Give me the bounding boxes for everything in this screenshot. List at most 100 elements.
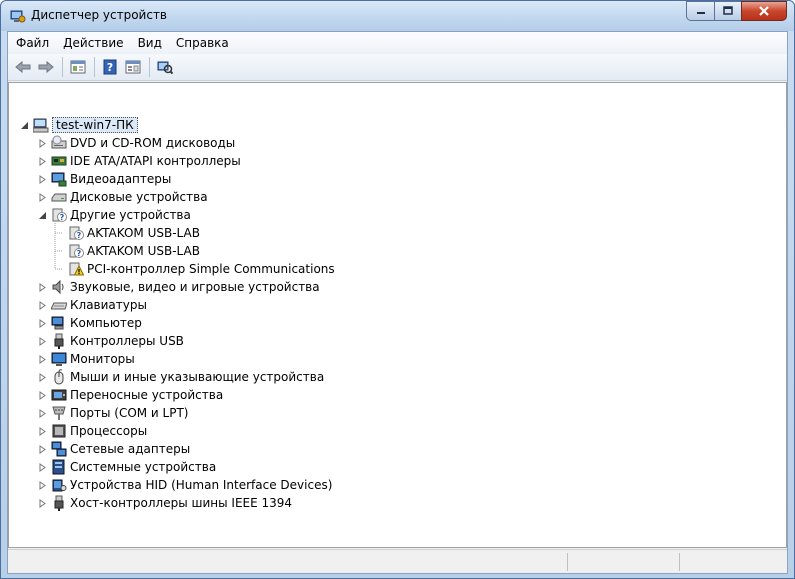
- window-title: Диспетчер устройств: [31, 8, 168, 22]
- expand-arrow-icon[interactable]: [38, 408, 47, 418]
- tree-item-label: Другие устройства: [70, 208, 191, 222]
- tree-child-item[interactable]: ? AKTAKOM USB-LAB: [68, 224, 200, 242]
- scan-hardware-button[interactable]: [154, 56, 176, 78]
- expand-arrow-icon[interactable]: [38, 480, 47, 490]
- expand-arrow-icon[interactable]: [38, 156, 47, 166]
- usb-icon: [54, 333, 64, 349]
- ide-controller-icon: [51, 156, 67, 166]
- expand-arrow-icon[interactable]: [38, 300, 47, 310]
- tree-child-label: AKTAKOM USB-LAB: [87, 244, 200, 258]
- tree-item[interactable]: Устройства HID (Human Interface Devices): [38, 476, 332, 494]
- unknown-device-icon: ?: [52, 208, 67, 222]
- tree-item-label: Системные устройства: [70, 460, 217, 474]
- tree-root[interactable]: test-win7-ПК: [20, 116, 138, 134]
- menu-bar: Файл Действие Вид Справка: [8, 32, 787, 54]
- svg-text:?: ?: [77, 249, 82, 258]
- close-icon: [759, 6, 769, 16]
- tree-item-label: Звуковые, видео и игровые устройства: [70, 280, 320, 294]
- menu-help[interactable]: Справка: [170, 36, 235, 50]
- tree-item-expanded[interactable]: ? Другие устройства: [38, 206, 191, 224]
- tree-item[interactable]: DVD и CD-ROM дисководы: [38, 134, 235, 152]
- tree-item-label: Хост-контроллеры шины IEEE 1394: [70, 496, 293, 510]
- toolbar-separator: [149, 57, 150, 77]
- expand-arrow-icon[interactable]: [38, 372, 47, 382]
- expand-arrow-icon[interactable]: [38, 174, 47, 184]
- monitor-icon: [51, 352, 67, 366]
- menu-action[interactable]: Действие: [57, 36, 129, 50]
- status-bar: [8, 549, 787, 573]
- forward-button[interactable]: [35, 56, 57, 78]
- tree-item[interactable]: Клавиатуры: [38, 296, 147, 314]
- minimize-button[interactable]: [686, 1, 715, 21]
- client-area: Файл Действие Вид Справка ? test-win7-ПК…: [7, 31, 788, 574]
- disk-drive-icon: [51, 193, 67, 202]
- view-icon: [125, 60, 141, 74]
- expand-arrow-icon[interactable]: [38, 354, 47, 364]
- status-divider: [679, 553, 680, 571]
- svg-text:?: ?: [77, 231, 82, 240]
- hid-icon: [52, 479, 67, 492]
- menu-file[interactable]: Файл: [10, 36, 55, 50]
- tree-item[interactable]: Мониторы: [38, 350, 135, 368]
- menu-view[interactable]: Вид: [132, 36, 168, 50]
- view-button[interactable]: [122, 56, 144, 78]
- tree-item[interactable]: Видеоадаптеры: [38, 170, 171, 188]
- tree-item-label: Дисковые устройства: [70, 190, 208, 204]
- tree-child-label: PCI-контроллер Simple Communications: [87, 262, 335, 276]
- device-manager-window: Диспетчер устройств Файл Действие Вид Сп…: [0, 0, 795, 579]
- tree-item[interactable]: Контроллеры USB: [38, 332, 184, 350]
- tree-item[interactable]: Процессоры: [38, 422, 147, 440]
- expand-arrow-icon[interactable]: [38, 390, 47, 400]
- tree-item[interactable]: Компьютер: [38, 314, 142, 332]
- expand-arrow-icon[interactable]: [38, 462, 47, 472]
- svg-text:?: ?: [60, 213, 65, 222]
- help-button[interactable]: ?: [99, 56, 121, 78]
- tree-item[interactable]: IDE ATA/ATAPI контроллеры: [38, 152, 241, 170]
- expand-arrow-icon[interactable]: [38, 318, 47, 328]
- collapse-arrow-icon[interactable]: [38, 211, 47, 220]
- title-bar[interactable]: Диспетчер устройств: [1, 1, 794, 31]
- expand-arrow-icon[interactable]: [38, 336, 47, 346]
- expand-arrow-icon[interactable]: [38, 192, 47, 202]
- tree-child-item[interactable]: PCI-контроллер Simple Communications: [68, 260, 335, 278]
- back-button[interactable]: [12, 56, 34, 78]
- tree-item-label: Мыши и иные указывающие устройства: [70, 370, 325, 384]
- unknown-device-icon: ?: [69, 226, 84, 240]
- expand-arrow-icon[interactable]: [38, 282, 47, 292]
- tree-item-label: Сетевые адаптеры: [70, 442, 191, 456]
- expand-arrow-icon[interactable]: [38, 426, 47, 436]
- properties-icon: [70, 60, 86, 74]
- toolbar-separator: [62, 57, 63, 77]
- tree-item[interactable]: Сетевые адаптеры: [38, 440, 190, 458]
- maximize-button[interactable]: [714, 1, 742, 21]
- tree-item-label: Мониторы: [70, 352, 135, 366]
- tree-item-label: Устройства HID (Human Interface Devices): [70, 478, 333, 492]
- svg-text:?: ?: [107, 61, 113, 74]
- collapse-arrow-icon[interactable]: [20, 121, 29, 130]
- tree-item-label: Переносные устройства: [70, 388, 224, 402]
- tree-item[interactable]: Переносные устройства: [38, 386, 223, 404]
- mouse-icon: [54, 369, 64, 385]
- tree-item-label: IDE ATA/ATAPI контроллеры: [70, 154, 241, 168]
- device-tree[interactable]: test-win7-ПК DVD и CD-ROM дисководы IDE …: [8, 82, 787, 548]
- processor-icon: [52, 424, 66, 438]
- close-button[interactable]: [741, 1, 787, 21]
- properties-button[interactable]: [67, 56, 89, 78]
- tree-item[interactable]: Мыши и иные указывающие устройства: [38, 368, 324, 386]
- expand-arrow-icon[interactable]: [38, 444, 47, 454]
- tree-item[interactable]: Дисковые устройства: [38, 188, 208, 206]
- tree-item[interactable]: Порты (COM и LPT): [38, 404, 188, 422]
- tree-root-label: test-win7-ПК: [52, 117, 138, 133]
- expand-arrow-icon[interactable]: [38, 138, 47, 148]
- tree-item-label: Порты (COM и LPT): [70, 406, 189, 420]
- tree-item[interactable]: Звуковые, видео и игровые устройства: [38, 278, 320, 296]
- expand-arrow-icon[interactable]: [38, 498, 47, 508]
- tree-item-label: Процессоры: [70, 424, 148, 438]
- status-divider: [567, 553, 568, 571]
- tree-child-item[interactable]: ? AKTAKOM USB-LAB: [68, 242, 200, 260]
- tree-item[interactable]: Хост-контроллеры шины IEEE 1394: [38, 494, 292, 512]
- system-device-icon: [52, 459, 65, 475]
- keyboard-icon: [51, 302, 67, 310]
- tree-item-label: Контроллеры USB: [70, 334, 184, 348]
- tree-item[interactable]: Системные устройства: [38, 458, 216, 476]
